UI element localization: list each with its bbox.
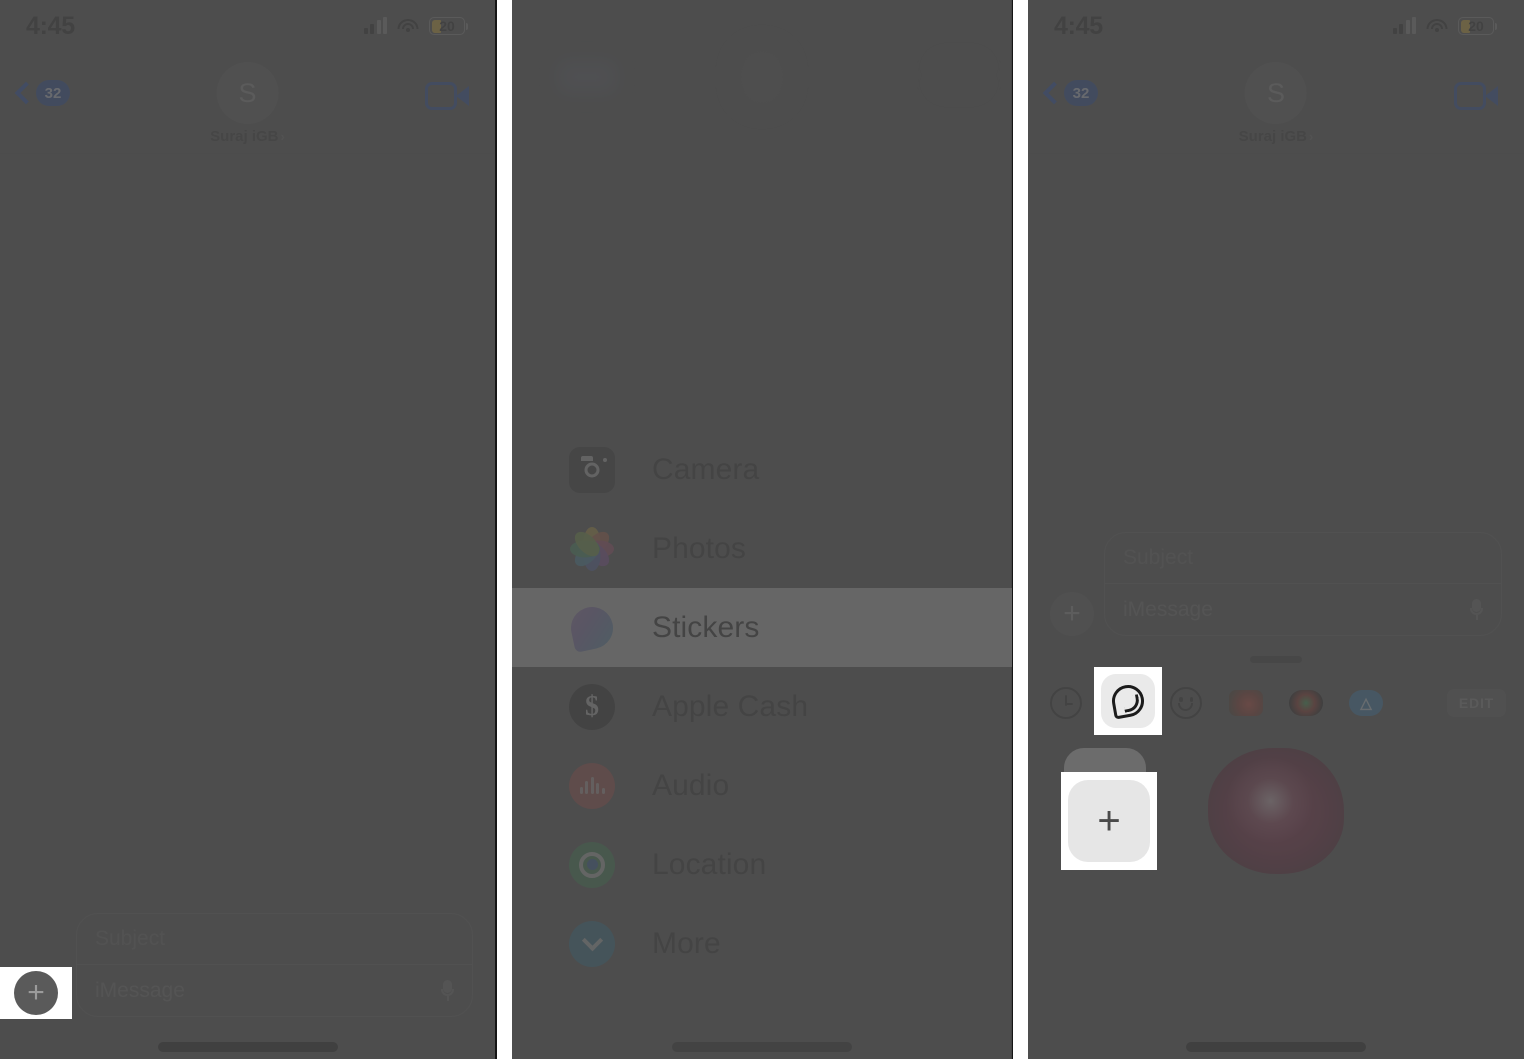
avatar: S — [1244, 62, 1307, 124]
highlight-add-sticker-button: + — [1061, 772, 1157, 870]
subject-input[interactable]: Subject — [77, 914, 472, 965]
nav-bar: 32 S Suraj iGB › — [1028, 52, 1524, 154]
stickers-icon — [567, 602, 617, 653]
chevron-left-icon — [1042, 81, 1066, 105]
tab-pack-dark[interactable] — [1286, 683, 1326, 723]
highlight-stickers-tab — [1094, 667, 1162, 735]
menu-item-label: Apple Cash — [652, 689, 809, 723]
message-placeholder: iMessage — [95, 978, 185, 1002]
unread-badge: 32 — [36, 80, 70, 106]
location-icon — [568, 841, 616, 889]
menu-item-label: Audio — [652, 768, 730, 802]
battery-icon: 20 — [1458, 17, 1497, 35]
phone-screen-2: Camera Photos Stickers $ Apple Cash Audi… — [512, 0, 1012, 1059]
menu-item-camera[interactable]: Camera — [512, 430, 1012, 509]
menu-item-label: Stickers — [652, 610, 760, 644]
audio-icon — [568, 762, 616, 810]
sticker-pack-rose-icon — [1229, 690, 1263, 716]
menu-item-more[interactable]: More — [512, 904, 1012, 983]
contact-header[interactable]: S Suraj iGB › — [210, 62, 285, 145]
wifi-icon — [1426, 18, 1448, 34]
compose-bar: + Subject iMessage — [0, 913, 495, 1017]
menu-item-label: Photos — [652, 531, 746, 565]
contact-name: Suraj iGB › — [1238, 128, 1314, 145]
attachment-menu: Camera Photos Stickers $ Apple Cash Audi… — [512, 430, 1012, 983]
menu-item-label: Camera — [652, 452, 760, 486]
emoji-smiley-icon — [1170, 687, 1202, 719]
menu-item-audio[interactable]: Audio — [512, 746, 1012, 825]
phone-screen-3: 4:45 20 32 S Suraj iGB › + Subject iMess… — [1028, 0, 1524, 1059]
camera-icon — [568, 446, 616, 494]
compose-fields: Subject iMessage — [76, 913, 473, 1017]
chevron-right-icon: › — [1309, 129, 1314, 144]
stickers-peel-icon-highlighted[interactable] — [1109, 682, 1147, 720]
panel-divider-1 — [495, 0, 497, 1059]
drag-handle-icon[interactable] — [1250, 656, 1302, 663]
nav-bar: 32 S Suraj iGB › — [0, 52, 495, 154]
microphone-icon[interactable] — [1470, 599, 1483, 620]
photos-icon — [568, 525, 616, 573]
chevron-right-icon: › — [280, 129, 285, 144]
status-indicators: 20 — [1392, 17, 1497, 35]
recents-clock-icon — [1050, 687, 1082, 719]
tutorial-screenshot-strip: 4:45 20 32 S Suraj iGB › Subject iMessag… — [0, 0, 1524, 1059]
chevron-left-icon — [14, 81, 38, 105]
status-time: 4:45 — [1054, 11, 1103, 40]
status-bar: 4:45 20 — [1028, 0, 1524, 52]
tab-recents[interactable] — [1046, 683, 1086, 723]
compose-plus-button-highlighted[interactable]: + — [14, 971, 58, 1015]
tab-pack-blue[interactable]: △ — [1346, 683, 1386, 723]
status-bar: 4:45 20 — [0, 0, 495, 52]
menu-item-photos[interactable]: Photos — [512, 509, 1012, 588]
wifi-icon — [397, 18, 419, 34]
phone-screen-1: 4:45 20 32 S Suraj iGB › Subject iMessag… — [0, 0, 495, 1059]
blurred-nav-bar — [512, 0, 1012, 170]
subject-input[interactable]: Subject — [1105, 533, 1501, 584]
contact-name: Suraj iGB › — [210, 128, 285, 145]
compose-bar: + Subject iMessage — [1028, 532, 1524, 636]
status-time: 4:45 — [26, 11, 75, 40]
cellular-bars-icon — [1392, 17, 1416, 34]
home-indicator — [157, 1042, 338, 1052]
contact-header[interactable]: S Suraj iGB › — [1238, 62, 1314, 145]
back-button[interactable]: 32 — [1042, 80, 1098, 106]
back-button[interactable]: 32 — [14, 80, 70, 106]
more-chevron-icon — [568, 920, 616, 968]
sticker-pack-blue-icon: △ — [1349, 690, 1383, 716]
battery-level: 20 — [439, 18, 455, 34]
unread-badge: 32 — [1064, 80, 1098, 106]
edit-button[interactable]: EDIT — [1446, 689, 1506, 717]
menu-item-label: More — [652, 926, 721, 960]
message-placeholder: iMessage — [1123, 597, 1213, 621]
battery-level: 20 — [1468, 18, 1484, 34]
dim-overlay-1 — [0, 0, 495, 1059]
add-sticker-icon-highlighted[interactable]: + — [1068, 780, 1150, 862]
nav-divider — [0, 153, 495, 154]
apple-cash-icon: $ — [568, 683, 616, 731]
status-indicators: 20 — [363, 17, 468, 35]
cellular-bars-icon — [363, 17, 387, 34]
microphone-icon[interactable] — [441, 980, 454, 1001]
home-indicator — [1186, 1042, 1366, 1052]
message-input[interactable]: iMessage — [1105, 584, 1501, 635]
battery-icon: 20 — [429, 17, 468, 35]
compose-fields: Subject iMessage — [1104, 532, 1502, 636]
menu-item-stickers[interactable]: Stickers — [512, 588, 1012, 667]
video-camera-icon[interactable] — [425, 82, 469, 110]
compose-plus-button[interactable]: + — [1050, 592, 1094, 636]
nav-divider — [1028, 153, 1524, 154]
tab-pack-rose[interactable] — [1226, 683, 1266, 723]
sticker-pack-dark-icon — [1289, 690, 1323, 716]
avatar: S — [216, 62, 279, 124]
message-input[interactable]: iMessage — [77, 965, 472, 1016]
tab-emoji[interactable] — [1166, 683, 1206, 723]
menu-item-apple-cash[interactable]: $ Apple Cash — [512, 667, 1012, 746]
home-indicator — [672, 1042, 852, 1052]
menu-item-label: Location — [652, 847, 767, 881]
highlight-compose-plus-button: + — [0, 967, 72, 1019]
menu-item-location[interactable]: Location — [512, 825, 1012, 904]
rose-sticker[interactable] — [1208, 748, 1344, 874]
video-camera-icon[interactable] — [1454, 82, 1498, 110]
